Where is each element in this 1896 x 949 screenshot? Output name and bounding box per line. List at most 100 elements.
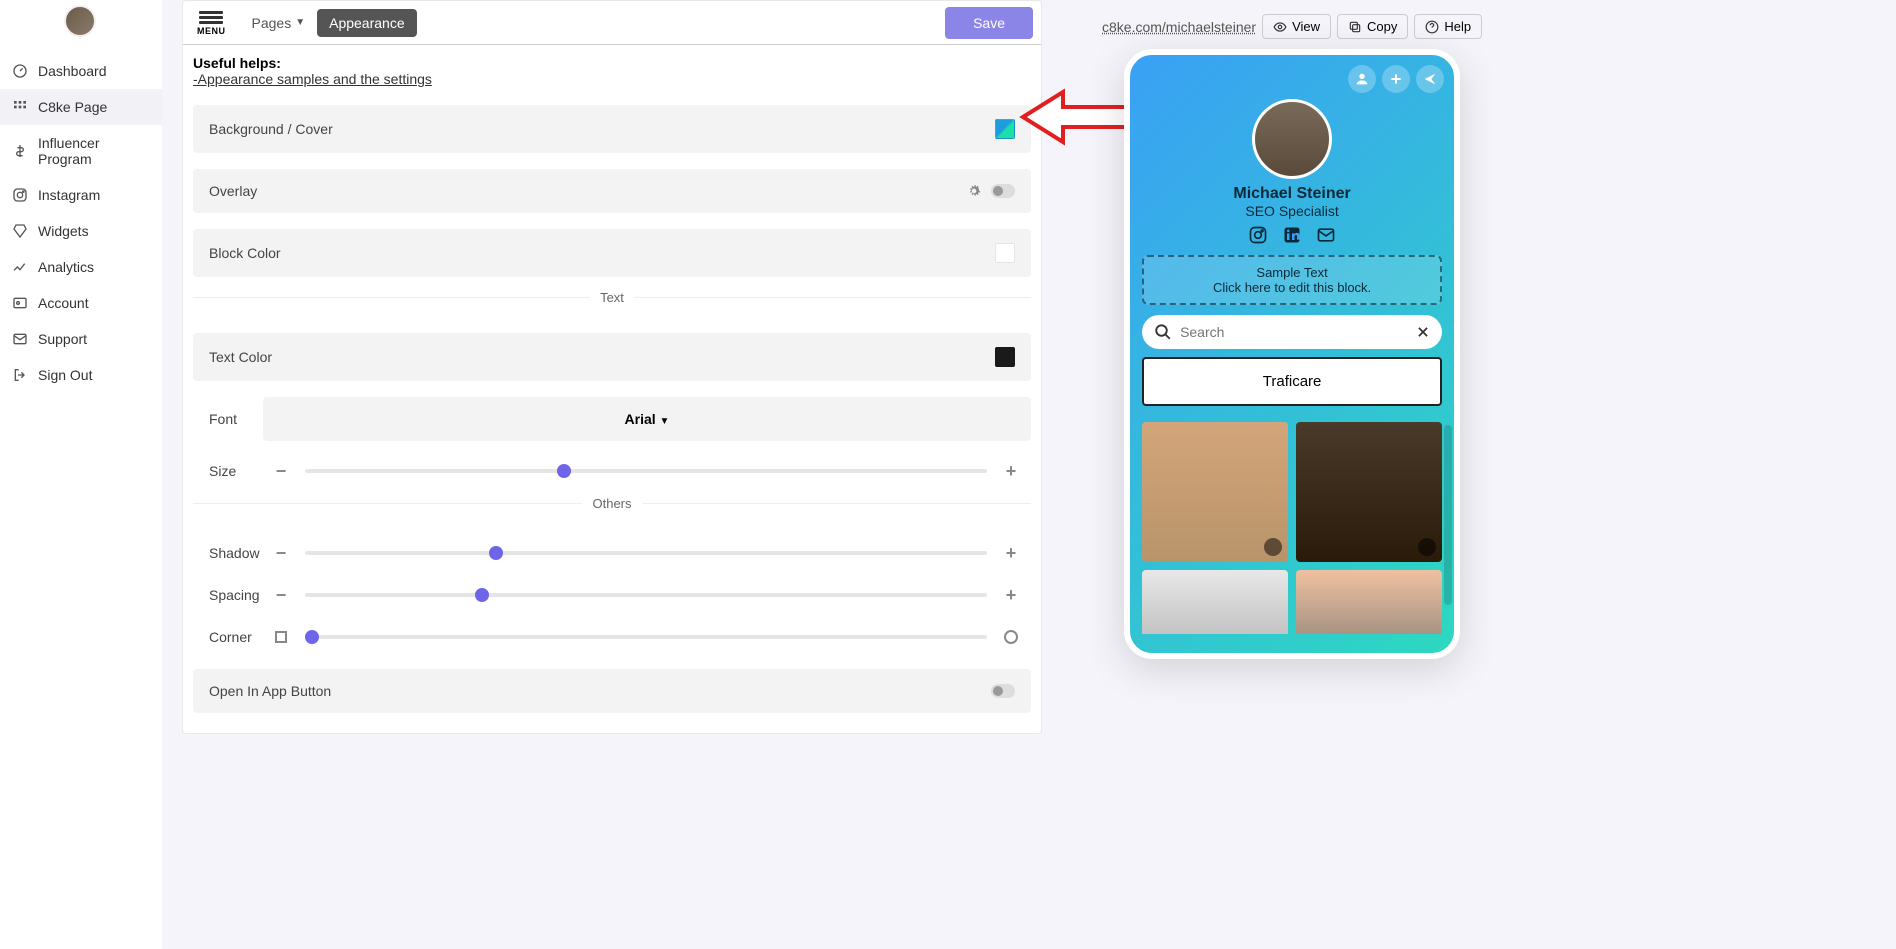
search-icon <box>1154 323 1172 341</box>
row-label: Text Color <box>209 349 995 365</box>
link-icon <box>1418 538 1436 556</box>
nav-dashboard[interactable]: Dashboard <box>0 53 162 89</box>
nav-label: Dashboard <box>38 63 107 79</box>
mail-icon[interactable] <box>1316 225 1336 245</box>
corner-slider[interactable] <box>305 635 987 639</box>
share-icon-button[interactable] <box>1416 65 1444 93</box>
menu-button[interactable]: MENU <box>183 5 240 40</box>
profile-icon-button[interactable] <box>1348 65 1376 93</box>
preview-panel: c8ke.com/michaelsteiner View Copy Help <box>1102 0 1482 929</box>
tab-label: Appearance <box>329 15 405 31</box>
nav-label: C8ke Page <box>38 99 107 115</box>
section-text: Text <box>193 297 1031 317</box>
shadow-slider[interactable] <box>305 551 987 555</box>
nav-analytics[interactable]: Analytics <box>0 249 162 285</box>
nav-influencer[interactable]: Influencer Program <box>0 125 162 177</box>
nav-widgets[interactable]: Widgets <box>0 213 162 249</box>
preview-avatar[interactable] <box>1252 99 1332 179</box>
help-button[interactable]: Help <box>1414 14 1482 39</box>
row-label: Background / Cover <box>209 121 995 137</box>
size-slider[interactable] <box>305 469 987 473</box>
link-button[interactable]: Traficare <box>1142 357 1442 406</box>
row-corner: Corner <box>193 625 1031 649</box>
row-text-color[interactable]: Text Color <box>193 333 1031 381</box>
row-overlay[interactable]: Overlay <box>193 169 1031 213</box>
preview-name: Michael Steiner <box>1130 185 1454 203</box>
nav-c8ke-page[interactable]: C8ke Page <box>0 89 162 125</box>
gear-icon[interactable] <box>967 184 981 198</box>
view-button[interactable]: View <box>1262 14 1331 39</box>
grid-icon <box>12 99 28 115</box>
nav-label: Analytics <box>38 259 94 275</box>
search-bar[interactable] <box>1142 315 1442 349</box>
menu-label: MENU <box>197 26 226 36</box>
helps-link[interactable]: -Appearance samples and the settings <box>193 71 1031 87</box>
share-icon <box>1422 71 1438 87</box>
sample-line1: Sample Text <box>1152 265 1432 280</box>
row-block-color[interactable]: Block Color <box>193 229 1031 277</box>
row-font: Font Arial ▼ <box>193 397 1031 441</box>
nav-label: Influencer Program <box>38 135 150 167</box>
help-icon <box>1425 20 1439 34</box>
text-color-swatch[interactable] <box>995 347 1015 367</box>
preview-subtitle: SEO Specialist <box>1130 203 1454 219</box>
linkedin-icon[interactable] <box>1282 225 1302 245</box>
diamond-icon <box>12 223 28 239</box>
hamburger-icon <box>199 9 223 26</box>
corner-circle-button[interactable] <box>999 625 1023 649</box>
increase-button[interactable]: + <box>999 583 1023 607</box>
grid-tile[interactable] <box>1296 422 1442 562</box>
nav-label: Widgets <box>38 223 89 239</box>
editor-panel: MENU Pages ▼ Appearance Save Useful help… <box>182 0 1042 734</box>
section-others: Others <box>193 503 1031 523</box>
grid-tile[interactable] <box>1142 422 1288 562</box>
slider-label: Size <box>201 463 257 479</box>
sample-text-block[interactable]: Sample Text Click here to edit this bloc… <box>1142 255 1442 305</box>
close-icon[interactable] <box>1416 325 1430 339</box>
font-select[interactable]: Arial ▼ <box>263 397 1031 441</box>
nav-instagram[interactable]: Instagram <box>0 177 162 213</box>
save-button[interactable]: Save <box>945 7 1033 39</box>
row-label: Block Color <box>209 245 995 261</box>
nav-label: Instagram <box>38 187 100 203</box>
spacing-slider[interactable] <box>305 593 987 597</box>
instagram-icon <box>12 187 28 203</box>
decrease-button[interactable]: − <box>269 583 293 607</box>
grid-tile[interactable] <box>1296 570 1442 634</box>
search-input[interactable] <box>1180 324 1408 340</box>
copy-button[interactable]: Copy <box>1337 14 1408 39</box>
scrollbar[interactable] <box>1444 425 1452 605</box>
plus-icon <box>1388 71 1404 87</box>
row-background[interactable]: Background / Cover <box>193 105 1031 153</box>
nav-support[interactable]: Support <box>0 321 162 357</box>
nav-signout[interactable]: Sign Out <box>0 357 162 393</box>
add-icon-button[interactable] <box>1382 65 1410 93</box>
avatar[interactable] <box>64 5 96 37</box>
gauge-icon <box>12 63 28 79</box>
instagram-icon[interactable] <box>1248 225 1268 245</box>
row-spacing: Spacing − + <box>193 583 1031 607</box>
open-in-app-toggle[interactable] <box>991 684 1015 698</box>
row-open-in-app[interactable]: Open In App Button <box>193 669 1031 713</box>
increase-button[interactable]: + <box>999 541 1023 565</box>
profile-url[interactable]: c8ke.com/michaelsteiner <box>1102 19 1256 35</box>
overlay-toggle[interactable] <box>991 184 1015 198</box>
tab-appearance[interactable]: Appearance <box>317 9 417 37</box>
nav-label: Account <box>38 295 89 311</box>
nav-account[interactable]: Account <box>0 285 162 321</box>
row-shadow: Shadow − + <box>193 541 1031 565</box>
row-label: Overlay <box>209 183 967 199</box>
decrease-button[interactable]: − <box>269 459 293 483</box>
image-grid <box>1130 414 1454 634</box>
tab-pages[interactable]: Pages ▼ <box>240 5 318 41</box>
row-label: Open In App Button <box>209 683 991 699</box>
block-color-swatch[interactable] <box>995 243 1015 263</box>
decrease-button[interactable]: − <box>269 541 293 565</box>
grid-tile[interactable] <box>1142 570 1288 634</box>
tab-label: Pages <box>252 15 292 31</box>
background-swatch[interactable] <box>995 119 1015 139</box>
increase-button[interactable]: + <box>999 459 1023 483</box>
card-icon <box>12 295 28 311</box>
signout-icon <box>12 367 28 383</box>
corner-square-button[interactable] <box>269 625 293 649</box>
